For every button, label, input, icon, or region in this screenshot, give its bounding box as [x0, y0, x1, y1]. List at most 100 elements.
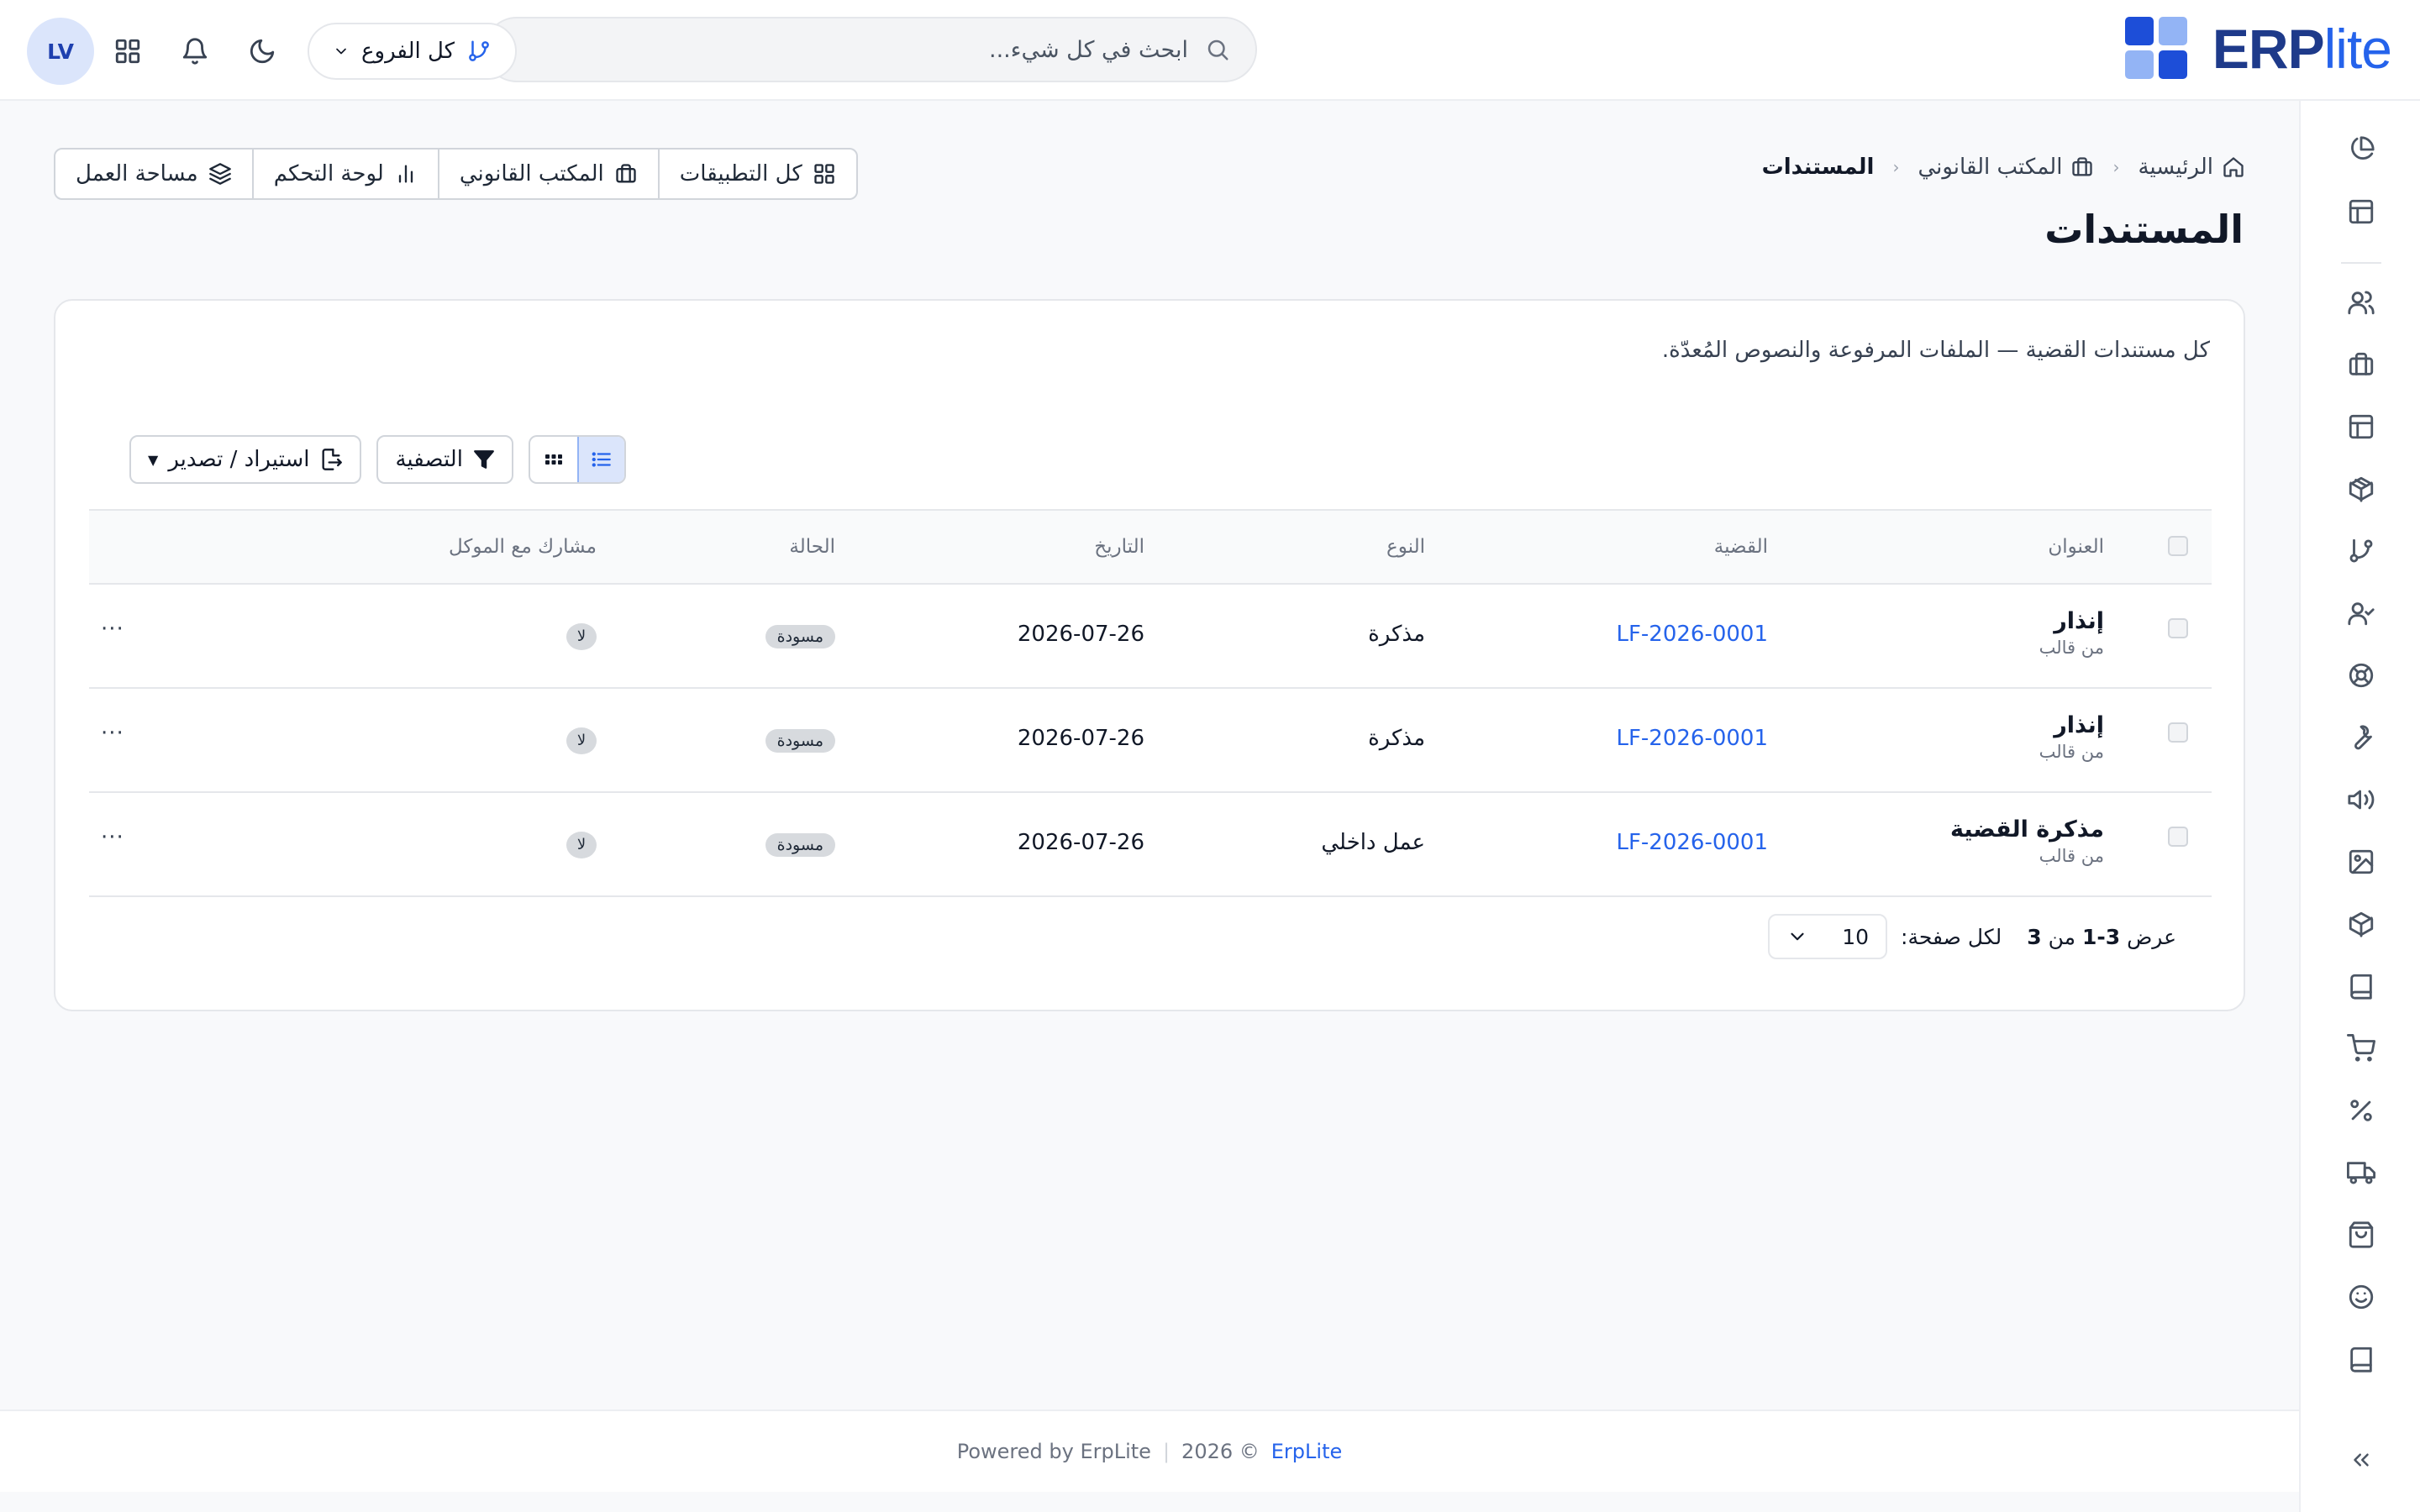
app-logo[interactable]: ERPlite — [2124, 17, 2392, 81]
megaphone-icon — [2347, 785, 2375, 814]
case-link[interactable]: LF-2026-0001 — [1616, 622, 1768, 647]
document-title-cell: إنذار من قالب — [2039, 608, 2104, 658]
quicklink-all-apps[interactable]: كل التطبيقات — [657, 150, 856, 198]
footer-separator: | — [1162, 1440, 1171, 1463]
sidebar-item-feedback[interactable] — [2334, 1270, 2388, 1324]
breadcrumb-legal-office[interactable]: المكتب القانوني — [1918, 155, 2094, 180]
quicklink-workspace-label: مساحة العمل — [76, 161, 198, 186]
document-title[interactable]: إنذار — [2039, 712, 2104, 738]
user-avatar[interactable]: LV — [27, 18, 94, 85]
sidebar-item-inventory[interactable] — [2334, 897, 2388, 951]
sidebar-item-support[interactable] — [2334, 648, 2388, 702]
document-subtitle: من قالب — [2039, 846, 2104, 866]
sidebar-item-layout[interactable] — [2334, 185, 2388, 239]
sidebar-item-legal[interactable] — [2334, 338, 2388, 391]
page-title: المستندات — [2044, 207, 2244, 252]
apps-grid-icon — [113, 37, 142, 66]
column-header-case[interactable]: القضية — [1714, 536, 1768, 558]
list-icon — [591, 449, 613, 470]
grid-view-button[interactable] — [530, 437, 577, 482]
document-title[interactable]: إنذار — [2039, 608, 2104, 634]
table-row[interactable]: إنذار من قالب LF-2026-0001 مذكرة 2026-07… — [89, 585, 2212, 689]
row-actions-button[interactable]: ··· — [101, 617, 124, 642]
logo-text: ERPlite — [2212, 18, 2392, 80]
column-header-date[interactable]: التاريخ — [1094, 536, 1144, 558]
sidebar-item-delivery[interactable] — [2334, 1146, 2388, 1200]
top-bar: ERPlite LV كل الفروع — [0, 0, 2420, 101]
sidebar-collapse-button[interactable] — [2334, 1433, 2388, 1487]
apps-grid-button[interactable] — [94, 18, 161, 85]
footer-brand-link[interactable]: ErpLite — [1271, 1440, 1342, 1463]
sidebar-item-book[interactable] — [2334, 959, 2388, 1013]
sidebar-item-docs[interactable] — [2334, 1332, 2388, 1386]
sidebar-item-shop[interactable] — [2334, 1208, 2388, 1262]
footer: Powered by ErpLite | 2026 © ErpLite — [0, 1410, 2299, 1492]
row-actions-button[interactable]: ··· — [101, 721, 124, 746]
search-icon — [1205, 37, 1230, 62]
document-date: 2026-07-26 — [1017, 830, 1144, 855]
image-icon — [2347, 848, 2375, 876]
search-input[interactable] — [511, 36, 1188, 63]
import-export-label: استيراد / تصدير — [168, 447, 310, 472]
shared-badge: لا — [566, 727, 597, 754]
sidebar-item-layout-alt[interactable] — [2334, 400, 2388, 454]
column-header-title[interactable]: العنوان — [2048, 536, 2104, 558]
sidebar-item-branches[interactable] — [2334, 524, 2388, 578]
import-export-button[interactable]: ▼ استيراد / تصدير — [129, 435, 362, 484]
chevrons-left-icon — [2349, 1447, 2374, 1473]
sidebar-item-users[interactable] — [2334, 276, 2388, 329]
table-row[interactable]: مذكرة القضية من قالب LF-2026-0001 عمل دا… — [89, 793, 2212, 897]
shopping-bag-icon — [2347, 1221, 2375, 1249]
row-actions-button[interactable]: ··· — [101, 825, 124, 850]
document-title[interactable]: مذكرة القضية — [1950, 816, 2104, 843]
select-all-checkbox[interactable] — [2168, 536, 2188, 556]
column-header-status[interactable]: الحالة — [789, 536, 835, 558]
notifications-button[interactable] — [161, 18, 229, 85]
row-checkbox[interactable] — [2168, 722, 2188, 743]
filter-button[interactable]: التصفية — [376, 435, 513, 484]
sidebar-item-user-check[interactable] — [2334, 586, 2388, 640]
sidebar-item-discounts[interactable] — [2334, 1084, 2388, 1137]
breadcrumb-separator: ‹ — [1892, 157, 1900, 177]
book-alt-icon — [2347, 1345, 2375, 1373]
life-buoy-icon — [2347, 661, 2375, 690]
row-checkbox[interactable] — [2168, 618, 2188, 638]
pagination-total: 3 — [2027, 924, 2042, 949]
sidebar-item-marketing[interactable] — [2334, 773, 2388, 827]
branch-selector[interactable]: كل الفروع — [308, 23, 518, 80]
footer-copyright: 2026 © — [1181, 1440, 1260, 1463]
per-page-select[interactable]: 10 — [1768, 914, 1888, 959]
sidebar-item-packages[interactable] — [2334, 462, 2388, 516]
quicklink-legal-office[interactable]: المكتب القانوني — [437, 150, 658, 198]
sidebar-divider — [2341, 262, 2381, 264]
bell-icon — [181, 37, 209, 66]
breadcrumb-home[interactable]: الرئيسية — [2138, 155, 2245, 180]
global-search[interactable] — [484, 17, 1257, 82]
document-date: 2026-07-26 — [1017, 726, 1144, 751]
documents-table: العنوان القضية النوع التاريخ الحالة مشار… — [89, 509, 2212, 897]
sidebar-item-cart[interactable] — [2334, 1021, 2388, 1075]
column-header-shared[interactable]: مشارك مع الموكل — [449, 536, 597, 558]
sidebar-item-tools[interactable] — [2334, 711, 2388, 764]
sidebar-item-media[interactable] — [2334, 835, 2388, 889]
row-checkbox[interactable] — [2168, 827, 2188, 847]
quicklink-dashboard[interactable]: لوحة التحكم — [251, 150, 438, 198]
quicklink-all-apps-label: كل التطبيقات — [679, 161, 802, 186]
bar-chart-icon — [394, 162, 418, 186]
truck-icon — [2347, 1158, 2375, 1187]
case-link[interactable]: LF-2026-0001 — [1616, 830, 1768, 855]
breadcrumb: الرئيسية ‹ المكتب القانوني ‹ المستندات — [1762, 155, 2245, 180]
quicklink-workspace[interactable]: مساحة العمل — [55, 150, 252, 198]
sidebar — [2299, 101, 2420, 1512]
table-row[interactable]: إنذار من قالب LF-2026-0001 مذكرة 2026-07… — [89, 689, 2212, 793]
case-link[interactable]: LF-2026-0001 — [1616, 726, 1768, 751]
sidebar-item-analytics[interactable] — [2334, 123, 2388, 176]
breadcrumb-home-label: الرئيسية — [2138, 155, 2213, 180]
theme-toggle-button[interactable] — [229, 18, 296, 85]
list-view-button[interactable] — [576, 437, 624, 482]
view-toggle — [528, 435, 626, 484]
column-header-type[interactable]: النوع — [1386, 536, 1425, 558]
breadcrumb-separator: ‹ — [2112, 157, 2120, 177]
package-icon — [2347, 475, 2375, 503]
layers-icon — [208, 162, 232, 186]
